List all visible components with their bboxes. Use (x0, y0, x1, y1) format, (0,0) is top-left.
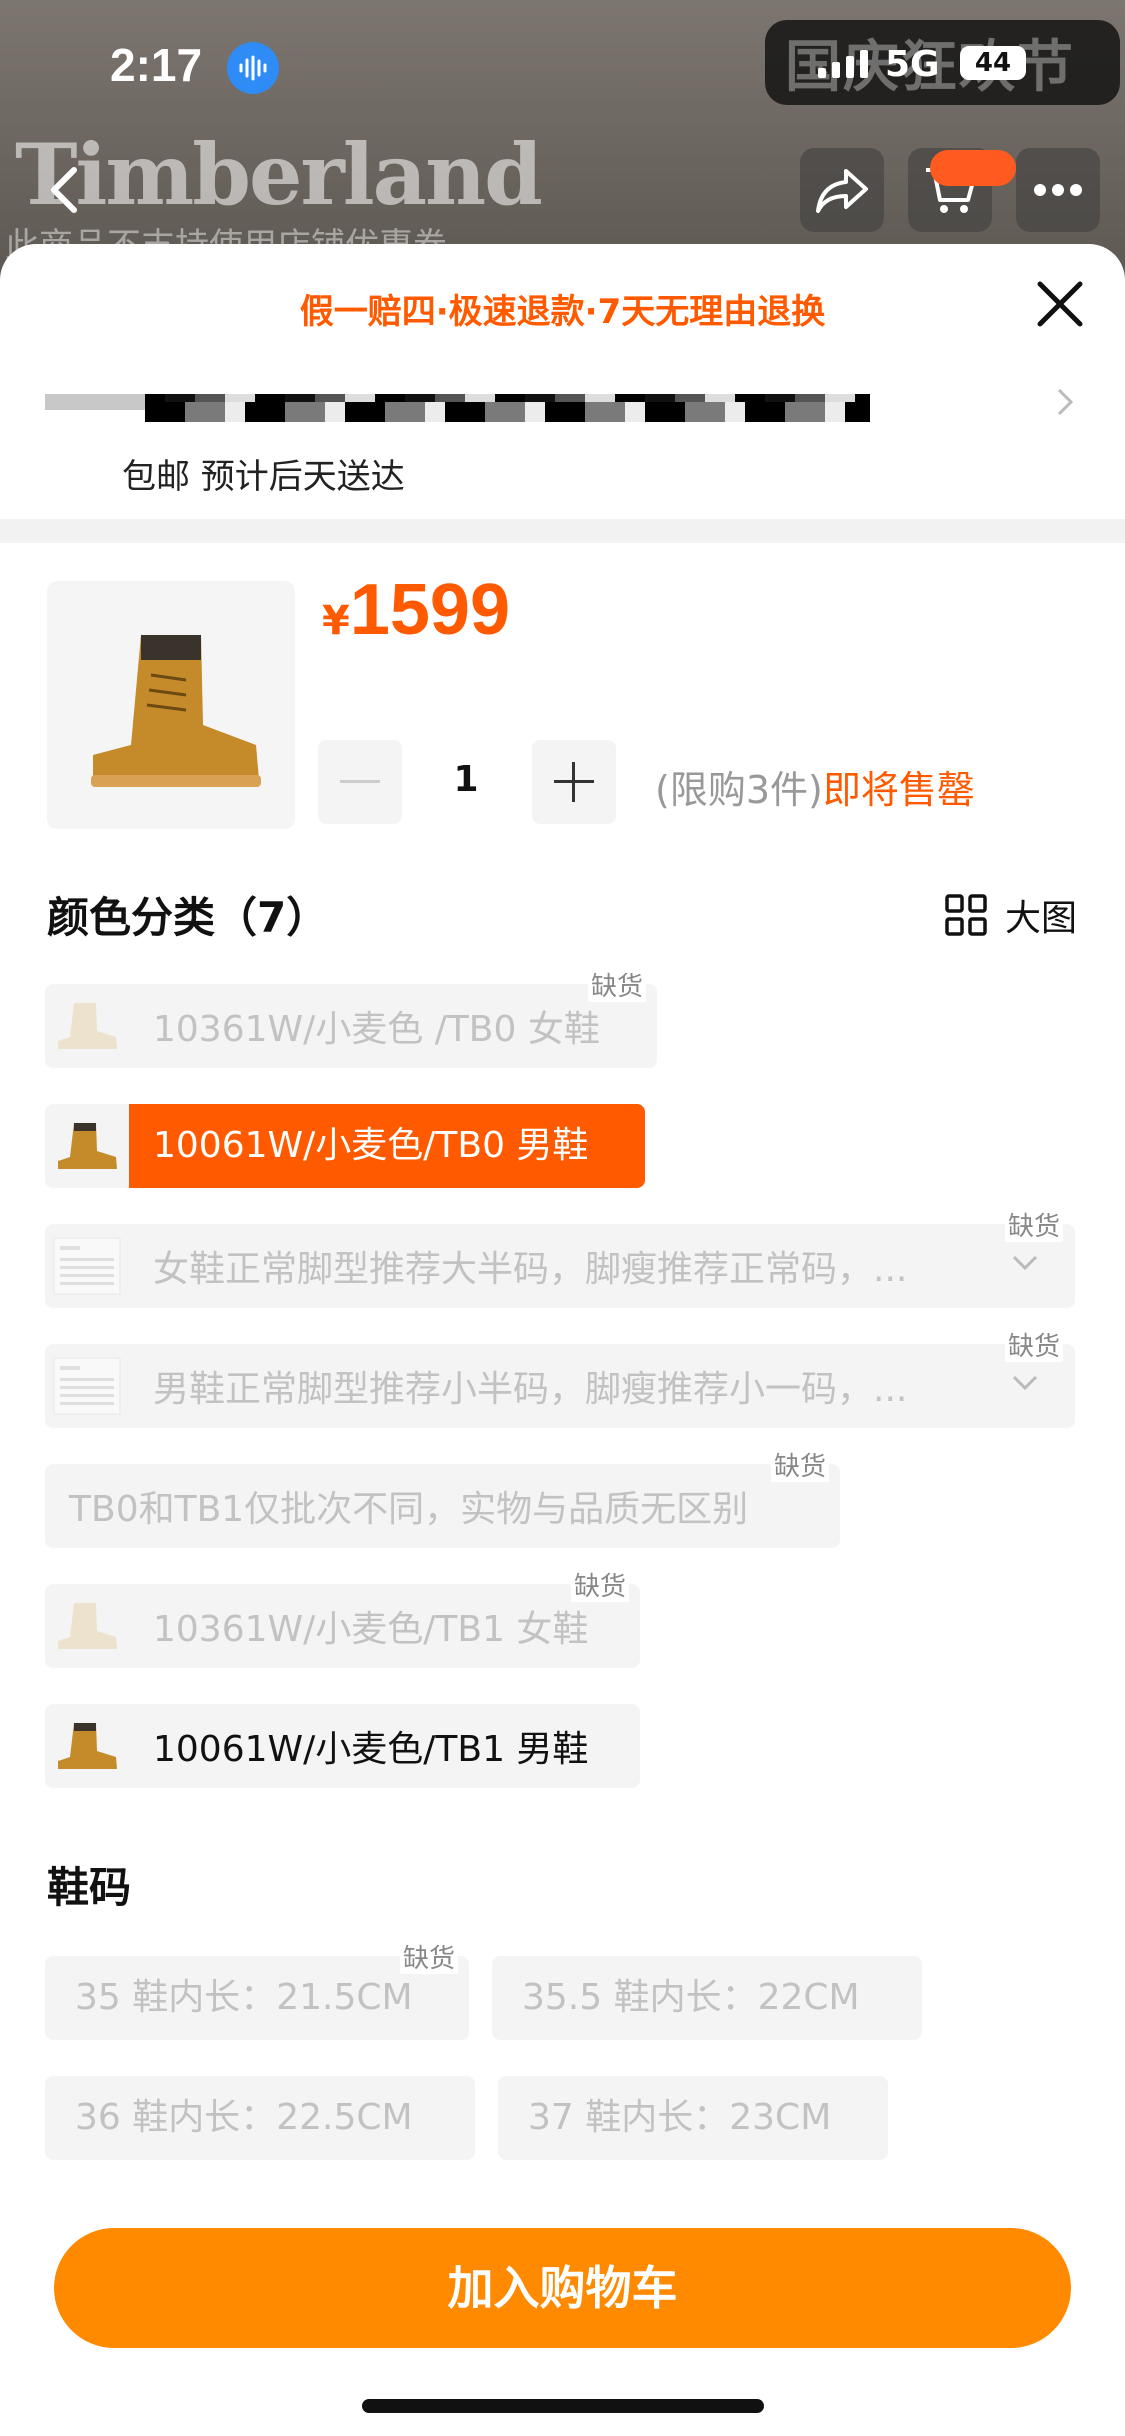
purchase-limit: (限购3件)即将售罄 (655, 759, 975, 814)
more-button[interactable] (1016, 148, 1100, 232)
currency-symbol: ¥ (322, 598, 350, 644)
grid-icon (945, 894, 987, 936)
option-thumbnail (45, 984, 129, 1068)
option-thumbnail (45, 1704, 129, 1788)
option-label: 10361W/小麦色/TB1 女鞋 (153, 1609, 589, 1650)
price-value: 1599 (349, 570, 511, 650)
option-label: TB0和TB1仅批次不同，实物与品质无区别 (69, 1489, 749, 1530)
address-selector[interactable] (45, 382, 1085, 432)
color-option[interactable]: 女鞋正常脚型推荐大半码，脚瘦推荐正常码，... 缺货 (45, 1212, 1075, 1308)
option-thumbnail (45, 1584, 129, 1668)
home-indicator (362, 2399, 764, 2413)
more-icon (1034, 184, 1082, 196)
boot-icon (91, 635, 261, 787)
size-option[interactable]: 36 鞋内长：22.5CM (45, 2076, 475, 2160)
size-label: 35.5 鞋内长：22CM (522, 1977, 860, 2018)
price: ¥1599 (322, 569, 510, 651)
color-option[interactable]: 男鞋正常脚型推荐小半码，脚瘦推荐小一码，... 缺货 (45, 1332, 1075, 1428)
size-label: 37 鞋内长：23CM (528, 2097, 832, 2138)
out-of-stock-tag: 缺货 (571, 1572, 630, 1602)
quantity-decrease-button[interactable] (318, 740, 402, 824)
out-of-stock-tag: 缺货 (1005, 1332, 1064, 1362)
size-chart-thumbnail (45, 1224, 129, 1308)
close-button[interactable] (1030, 274, 1090, 334)
option-label: 男鞋正常脚型推荐小半码，脚瘦推荐小一码，... (153, 1369, 908, 1410)
chevron-down-icon (1011, 1374, 1039, 1396)
stock-warning: 即将售罄 (822, 768, 975, 812)
status-time: 2:17 (110, 39, 203, 91)
size-label: 35 鞋内长：21.5CM (75, 1977, 413, 2018)
section-divider (0, 519, 1125, 543)
back-button[interactable] (22, 148, 106, 232)
battery-icon: 44 (960, 46, 1026, 80)
out-of-stock-tag: 缺货 (400, 1944, 459, 1974)
option-thumbnail (45, 1104, 129, 1188)
minus-icon (340, 780, 380, 783)
color-option[interactable]: 10361W/小麦色/TB1 女鞋 缺货 (45, 1572, 640, 1668)
chevron-right-icon (1045, 382, 1085, 422)
out-of-stock-tag: 缺货 (1005, 1212, 1064, 1242)
sku-selection-sheet: 假一赔四·极速退款·7天无理由退换 包邮 预计后天送达 ¥1599 1 (限购3… (0, 244, 1125, 2436)
size-label: 36 鞋内长：22.5CM (75, 2097, 413, 2138)
big-view-label: 大图 (1005, 898, 1078, 939)
size-option[interactable]: 37 鞋内长：23CM (498, 2076, 888, 2160)
chevron-down-icon (1011, 1254, 1039, 1276)
color-section-title: 颜色分类（7） (47, 893, 329, 942)
product-image[interactable] (47, 581, 295, 829)
add-to-cart-button[interactable]: 加入购物车 (54, 2228, 1071, 2348)
signal-icon (818, 50, 868, 78)
cart-badge (930, 150, 1016, 186)
out-of-stock-tag: 缺货 (771, 1452, 830, 1482)
big-view-toggle[interactable]: 大图 (945, 889, 1077, 941)
color-option[interactable]: 10061W/小麦色/TB1 男鞋 (45, 1704, 640, 1788)
color-option[interactable]: 10361W/小麦色 /TB0 女鞋 缺货 (45, 972, 657, 1068)
out-of-stock-tag: 缺货 (588, 972, 647, 1002)
size-option[interactable]: 35.5 鞋内长：22CM (492, 1956, 922, 2040)
color-option[interactable]: TB0和TB1仅批次不同，实物与品质无区别 缺货 (45, 1452, 840, 1548)
size-section-title: 鞋码 (47, 1863, 132, 1912)
plus-icon (554, 762, 594, 802)
color-option-selected[interactable]: 10061W/小麦色/TB0 男鞋 (45, 1104, 645, 1188)
option-label: 10061W/小麦色/TB1 男鞋 (153, 1729, 589, 1770)
option-label: 女鞋正常脚型推荐大半码，脚瘦推荐正常码，... (153, 1249, 908, 1290)
delivery-info: 包邮 预计后天送达 (122, 457, 405, 497)
limit-text: (限购3件) (655, 768, 823, 812)
voice-assistant-icon (227, 42, 279, 94)
status-bar: 2:17 国庆狂欢节 5G 44 (0, 0, 1125, 135)
network-type: 5G (885, 44, 940, 85)
option-label: 10361W/小麦色 /TB0 女鞋 (153, 1009, 600, 1050)
quantity-increase-button[interactable] (532, 740, 616, 824)
option-label: 10061W/小麦色/TB0 男鞋 (129, 1104, 645, 1188)
quantity-value[interactable]: 1 (440, 759, 492, 800)
share-button[interactable] (800, 148, 884, 232)
promo-banner: 假一赔四·极速退款·7天无理由退换 (299, 292, 826, 332)
share-icon (816, 169, 868, 213)
close-icon (1037, 281, 1083, 327)
size-chart-thumbnail (45, 1344, 129, 1428)
redacted-address-line (145, 402, 870, 422)
size-option[interactable]: 35 鞋内长：21.5CM 缺货 (45, 1944, 469, 2040)
